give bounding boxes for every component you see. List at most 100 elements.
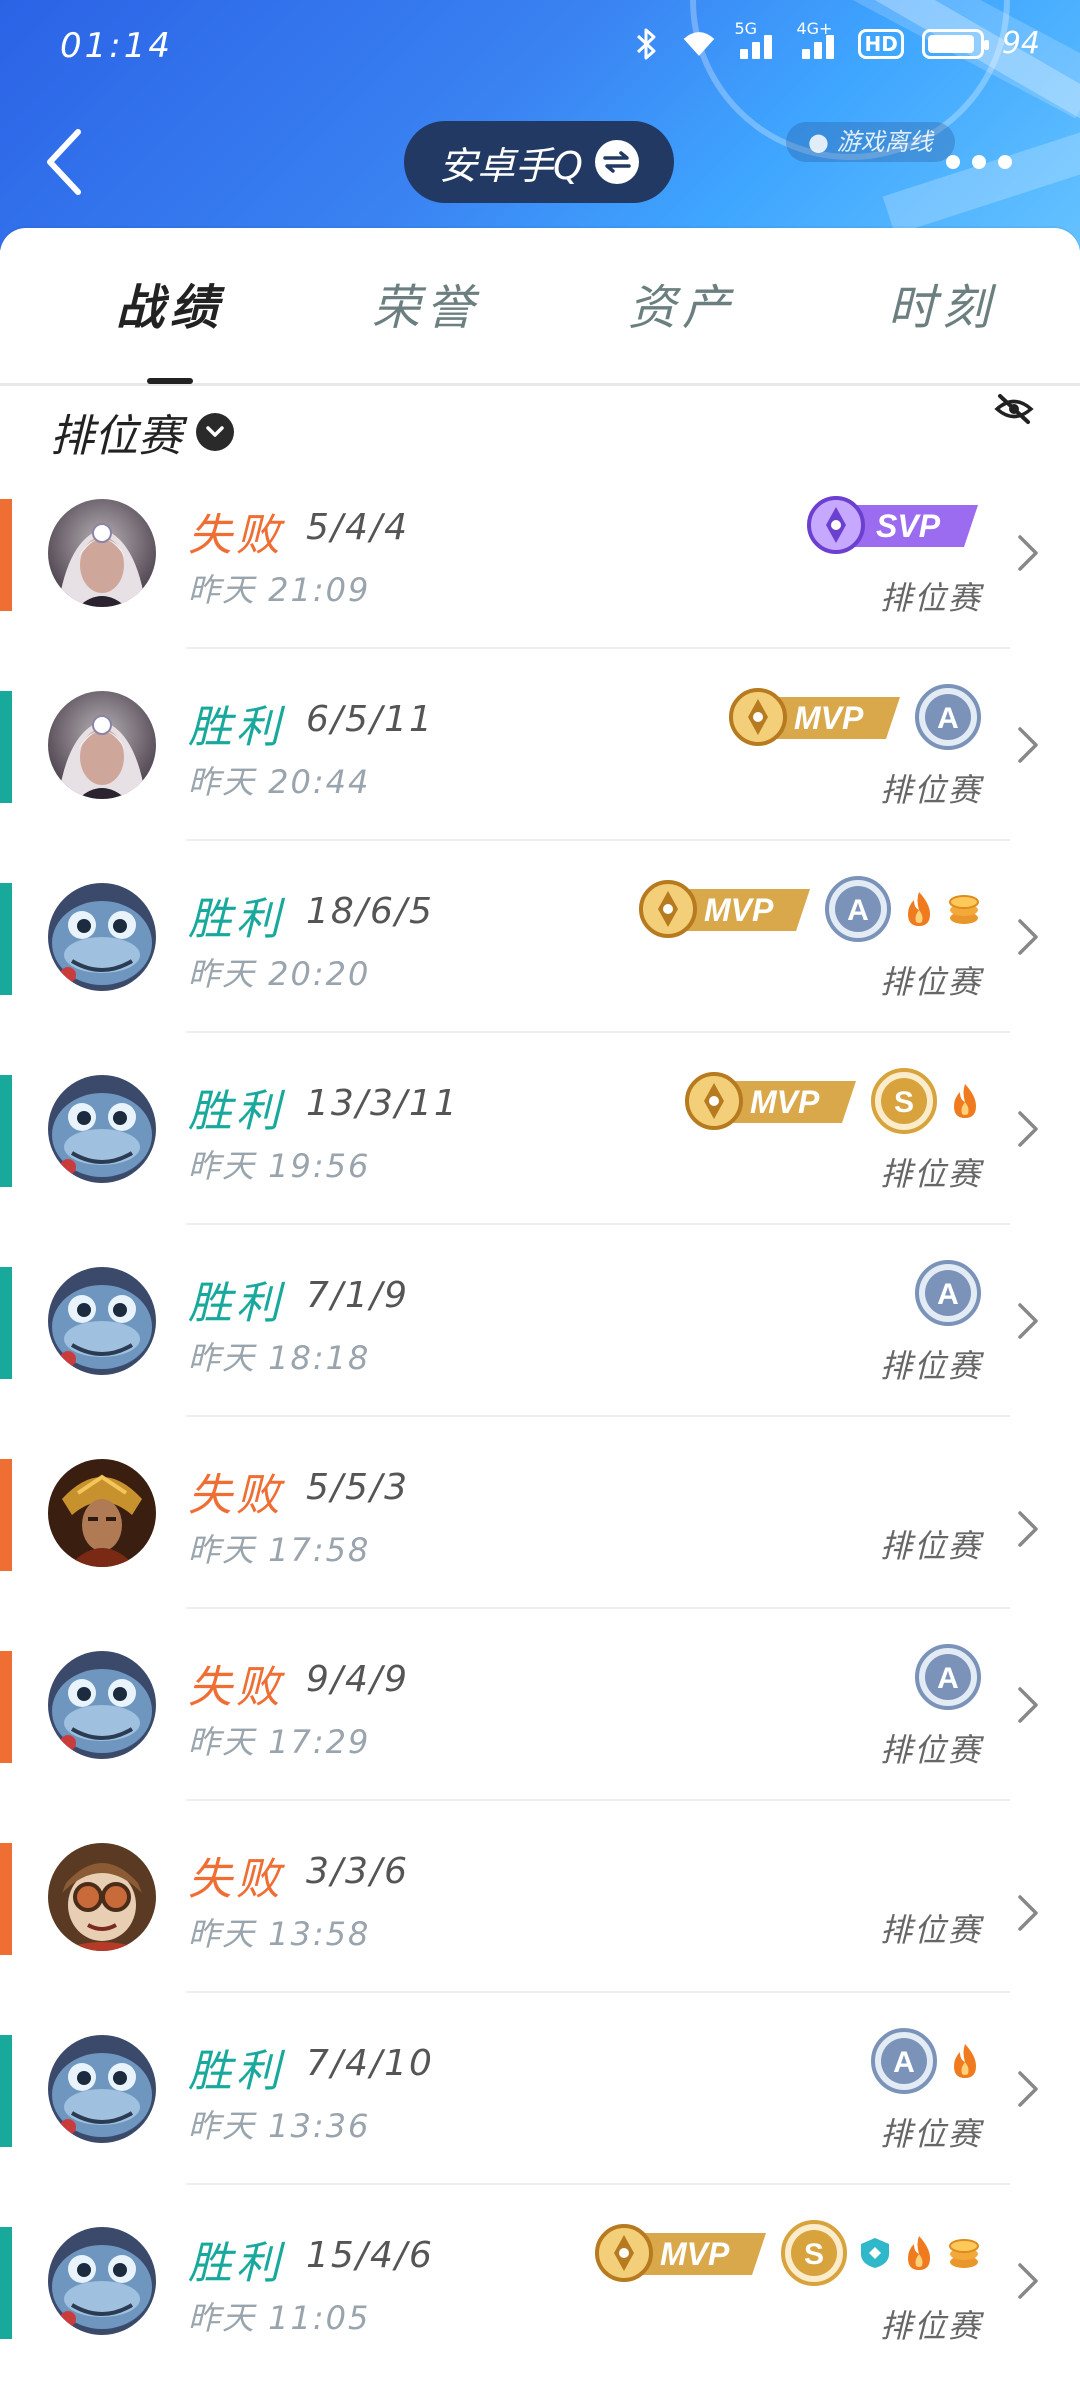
tab-label: 时刻: [887, 280, 996, 336]
fire-icon: [902, 2234, 936, 2276]
row-divider: [186, 1991, 1010, 1993]
match-mode: 排位赛: [879, 1527, 982, 1565]
tab-bar: 战绩 荣誉 资产 时刻: [0, 228, 1080, 386]
hero-silver-hair-mage-icon: [48, 691, 156, 799]
match-row[interactable]: 失败 5/4/4 昨天 21:09 SVP 排位赛: [0, 487, 1080, 679]
match-mode: 排位赛: [879, 963, 982, 1001]
row-divider: [186, 1415, 1010, 1417]
hd-icon: HD: [858, 28, 904, 59]
match-row[interactable]: 胜利 13/3/11 昨天 19:56 MVP S 排位赛: [0, 1063, 1080, 1255]
match-row[interactable]: 失败 9/4/9 昨天 17:29 A 排位赛: [0, 1639, 1080, 1831]
game-status-badge: ● 游戏离线: [786, 122, 955, 162]
wifi-icon: [682, 27, 716, 61]
match-time: 昨天 20:44: [188, 763, 371, 801]
match-mode: 排位赛: [879, 579, 982, 617]
network-label: 5G: [734, 18, 758, 38]
result-indicator-bar: [0, 1267, 12, 1379]
app-header: 01:14 5G 4G+ HD 94 ● 游戏离线 安卓手Q: [0, 0, 1080, 250]
match-row[interactable]: 胜利 15/4/6 昨天 11:05 MVP S 排位赛: [0, 2215, 1080, 2400]
mvp-badge: MVP: [638, 879, 814, 943]
more-dot-icon: [946, 155, 960, 169]
fire-icon: [948, 2042, 982, 2084]
hero-goggles-icon: [48, 1843, 156, 1951]
achievement-badges: SVP: [806, 491, 982, 563]
hero-fish-icon: [48, 2227, 156, 2335]
match-row[interactable]: 胜利 6/5/11 昨天 20:44 MVP A 排位赛: [0, 679, 1080, 871]
match-result: 胜利: [188, 702, 284, 753]
kda-score: 15/4/6: [306, 2235, 434, 2276]
row-divider: [186, 1223, 1010, 1225]
match-mode: 排位赛: [879, 1731, 982, 1769]
back-button[interactable]: [40, 126, 100, 196]
hide-eye-icon[interactable]: [994, 392, 1034, 426]
shield-icon: [858, 2236, 892, 2274]
tab-assets[interactable]: 资产: [622, 268, 742, 348]
hero-silver-hair-mage-icon: [48, 499, 156, 607]
mode-filter-dropdown[interactable]: 排位赛: [50, 400, 234, 464]
result-indicator-bar: [0, 1459, 12, 1571]
kda-score: 18/6/5: [306, 891, 434, 932]
chevron-right-icon: [1016, 2261, 1040, 2301]
tab-record[interactable]: 战绩: [110, 268, 230, 384]
achievement-badges: MVP A: [638, 875, 982, 947]
hero-fish-icon: [48, 1651, 156, 1759]
match-time: 昨天 18:18: [188, 1339, 371, 1377]
grade-s-badge: S: [780, 2219, 848, 2291]
status-bar: 01:14 5G 4G+ HD 94: [0, 0, 1080, 96]
chevron-right-icon: [1016, 917, 1040, 957]
match-mode: 排位赛: [879, 2115, 982, 2153]
match-row[interactable]: 胜利 18/6/5 昨天 20:20 MVP A 排位赛: [0, 871, 1080, 1063]
match-row[interactable]: 失败 5/5/3 昨天 17:58 排位赛: [0, 1447, 1080, 1639]
result-indicator-bar: [0, 1651, 12, 1763]
svg-text:S: S: [894, 1086, 914, 1119]
kda-score: 13/3/11: [306, 1083, 459, 1124]
match-mode: 排位赛: [879, 1911, 982, 1949]
result-indicator-bar: [0, 499, 12, 611]
signal-4g-icon: 4G+: [796, 19, 840, 59]
hero-fish-icon: [48, 883, 156, 991]
row-divider: [186, 1031, 1010, 1033]
fire-icon: [902, 890, 936, 932]
kda-score: 7/1/9: [306, 1275, 409, 1316]
grade-a-badge: A: [914, 1259, 982, 1331]
battery-icon: [921, 28, 989, 59]
achievement-badges: MVP A: [728, 683, 982, 755]
kda-score: 5/5/3: [306, 1467, 409, 1508]
svg-text:A: A: [847, 894, 869, 927]
achievement-badges: MVP S: [684, 1067, 982, 1139]
svg-text:A: A: [937, 1662, 959, 1695]
tab-moments[interactable]: 时刻: [882, 268, 1002, 348]
hero-fish-icon: [48, 1267, 156, 1375]
mode-filter-label: 排位赛: [50, 411, 182, 462]
match-row[interactable]: 失败 3/3/6 昨天 13:58 排位赛: [0, 1831, 1080, 2023]
hero-golden-warrior-icon: [48, 1459, 156, 1567]
chevron-right-icon: [1016, 725, 1040, 765]
mvp-badge: MVP: [728, 687, 904, 751]
result-indicator-bar: [0, 2227, 12, 2339]
game-status-label: 游戏离线: [836, 128, 933, 156]
match-row[interactable]: 胜利 7/4/10 昨天 13:36 A 排位赛: [0, 2023, 1080, 2215]
result-indicator-bar: [0, 1075, 12, 1187]
grade-a-badge: A: [914, 683, 982, 755]
result-indicator-bar: [0, 2035, 12, 2147]
match-mode: 排位赛: [879, 1155, 982, 1193]
kda-score: 6/5/11: [306, 699, 434, 740]
kda-score: 9/4/9: [306, 1659, 409, 1700]
match-row[interactable]: 胜利 7/1/9 昨天 18:18 A 排位赛: [0, 1255, 1080, 1447]
tab-honor[interactable]: 荣誉: [366, 268, 486, 348]
more-dot-icon: [998, 155, 1012, 169]
account-switcher[interactable]: 安卓手Q: [404, 121, 674, 203]
chevron-right-icon: [1016, 533, 1040, 573]
chevron-right-icon: [1016, 2069, 1040, 2109]
svg-text:A: A: [937, 1278, 959, 1311]
more-dot-icon: [972, 155, 986, 169]
more-options-button[interactable]: [946, 150, 1016, 174]
result-indicator-bar: [0, 883, 12, 995]
svg-text:A: A: [937, 702, 959, 735]
back-arrow-icon: [47, 129, 81, 195]
row-divider: [186, 647, 1010, 649]
coins-icon: [946, 892, 982, 930]
match-time: 昨天 20:20: [188, 955, 371, 993]
chevron-right-icon: [1016, 1301, 1040, 1341]
match-time: 昨天 19:56: [188, 1147, 371, 1185]
